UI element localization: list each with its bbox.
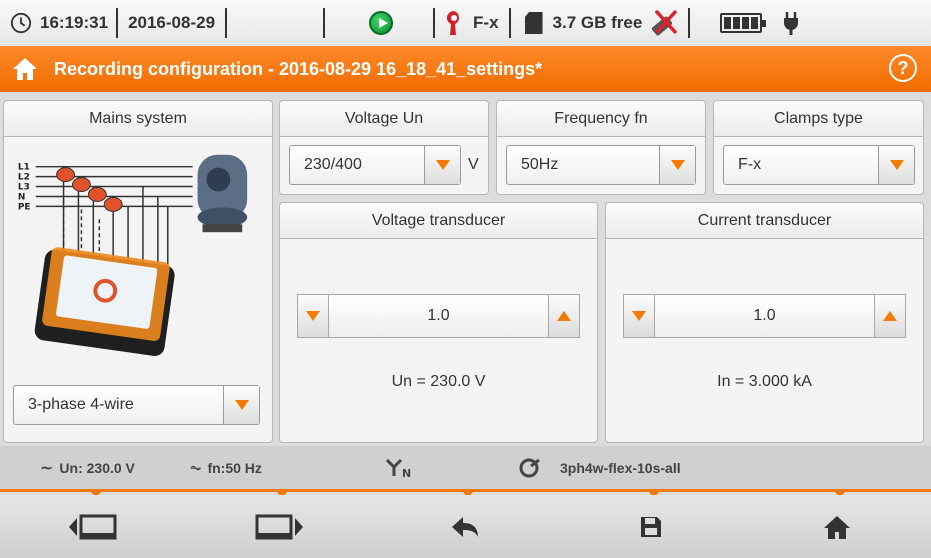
- chevron-down-icon[interactable]: [878, 146, 914, 184]
- chevron-down-icon[interactable]: [659, 146, 695, 184]
- clamps-type-header: Clamps type: [714, 101, 923, 137]
- power-plug-icon: [784, 12, 799, 35]
- sine-wave-icon: ∼: [40, 459, 54, 477]
- decrement-button[interactable]: [623, 294, 655, 338]
- current-transducer-panel: Current transducer 1.0 In = 3.000 kA: [605, 202, 924, 443]
- voltage-transducer-panel: Voltage transducer 1.0 Un = 230.0 V: [279, 202, 598, 443]
- decrement-button[interactable]: [297, 294, 329, 338]
- frequency-fn-dropdown[interactable]: 50Hz: [506, 145, 696, 185]
- status-clamps: F-x: [473, 13, 499, 32]
- info-bar: ∼ Un: 230.0 V ⏦ fn:50 Hz N 3ph4w-flex-10…: [0, 446, 931, 492]
- divider: [508, 8, 511, 38]
- info-profile: 3ph4w-flex-10s-all: [560, 459, 681, 476]
- clamps-type-dropdown[interactable]: F-x: [723, 145, 915, 185]
- voltage-un-dropdown[interactable]: 230/400: [289, 145, 461, 185]
- status-time: 16:19:31: [40, 13, 109, 32]
- svg-text:N: N: [402, 467, 411, 479]
- info-frequency: fn:50 Hz: [207, 459, 262, 476]
- mains-system-panel: Mains system L1 L2 L3 N PE 3-phase 4-wir…: [3, 100, 273, 443]
- motor-image: [197, 154, 248, 233]
- clamps-type-panel: Clamps type F-x: [713, 100, 924, 195]
- clamps-type-value: F-x: [738, 156, 762, 173]
- voltage-unit: V: [468, 156, 479, 173]
- page-title: Recording configuration - 2016-08-29 16_…: [54, 58, 543, 79]
- divider: [323, 8, 326, 38]
- current-transducer-header: Current transducer: [606, 203, 923, 239]
- mains-system-dropdown[interactable]: 3-phase 4-wire: [13, 385, 260, 425]
- mains-system-header: Mains system: [4, 101, 272, 137]
- save-button[interactable]: [558, 495, 744, 558]
- home-button[interactable]: [744, 495, 930, 558]
- voltage-un-header: Voltage Un: [280, 101, 488, 137]
- chevron-down-icon[interactable]: [223, 386, 259, 424]
- status-date: 2016-08-29: [128, 13, 216, 32]
- save-icon: [641, 516, 661, 537]
- divider: [433, 8, 436, 38]
- voltage-un-value: 230/400: [304, 156, 362, 173]
- previous-screen-button[interactable]: [0, 495, 186, 558]
- title-bar: Recording configuration - 2016-08-29 16_…: [0, 46, 931, 92]
- clamp-icon: [447, 11, 460, 35]
- current-transducer-value[interactable]: 1.0: [655, 294, 874, 338]
- sd-card-icon: [524, 12, 543, 34]
- voltage-transducer-readout: Un = 230.0 V: [391, 373, 486, 390]
- chevron-down-icon[interactable]: [424, 146, 460, 184]
- divider: [225, 8, 228, 38]
- home-icon: [824, 515, 850, 539]
- bottom-nav-bar: [0, 495, 931, 558]
- frequency-icon: ⏦: [190, 459, 202, 475]
- back-arrow-icon: [452, 516, 478, 537]
- next-screen-button[interactable]: [186, 495, 372, 558]
- frequency-fn-value: 50Hz: [521, 156, 559, 173]
- voltage-un-panel: Voltage Un 230/400 V: [279, 100, 489, 195]
- analyzer-device-image: [34, 247, 175, 356]
- arrow-down-icon: [306, 311, 320, 321]
- line-label-l2: L2: [18, 173, 30, 183]
- wye-connection-icon: N: [385, 458, 411, 479]
- help-icon[interactable]: ?: [889, 54, 917, 82]
- mains-connection-diagram: L1 L2 L3 N PE: [18, 154, 248, 356]
- info-voltage: Un: 230.0 V: [59, 459, 135, 476]
- divider: [116, 8, 119, 38]
- previous-screen-icon: [69, 514, 117, 539]
- status-bar: 16:19:31 2016-08-29 F-x 3.7 GB free: [0, 0, 931, 46]
- status-storage: 3.7 GB free: [552, 13, 643, 32]
- frequency-fn-header: Frequency fn: [497, 101, 705, 137]
- arrow-up-icon: [883, 311, 897, 321]
- home-icon[interactable]: [12, 56, 38, 82]
- line-label-n: N: [18, 192, 25, 202]
- line-label-l1: L1: [18, 163, 30, 173]
- line-label-l3: L3: [18, 183, 30, 193]
- next-screen-icon: [255, 514, 303, 539]
- line-label-pe: PE: [18, 202, 31, 212]
- current-transducer-readout: In = 3.000 kA: [717, 373, 812, 390]
- increment-button[interactable]: [874, 294, 906, 338]
- increment-button[interactable]: [548, 294, 580, 338]
- battery-icon: [720, 13, 767, 33]
- record-play-icon[interactable]: [369, 11, 394, 35]
- frequency-fn-panel: Frequency fn 50Hz: [496, 100, 706, 195]
- back-button[interactable]: [372, 495, 558, 558]
- clock-icon: [10, 12, 32, 34]
- voltage-transducer-spinner: 1.0: [297, 294, 580, 338]
- voltage-transducer-header: Voltage transducer: [280, 203, 597, 239]
- settings-profile-icon: [519, 458, 540, 477]
- arrow-up-icon: [557, 311, 571, 321]
- divider: [688, 8, 691, 38]
- current-transducer-spinner: 1.0: [623, 294, 906, 338]
- mains-system-value: 3-phase 4-wire: [28, 396, 134, 413]
- usb-disconnected-icon: [652, 9, 678, 36]
- arrow-down-icon: [632, 311, 646, 321]
- voltage-transducer-value[interactable]: 1.0: [329, 294, 548, 338]
